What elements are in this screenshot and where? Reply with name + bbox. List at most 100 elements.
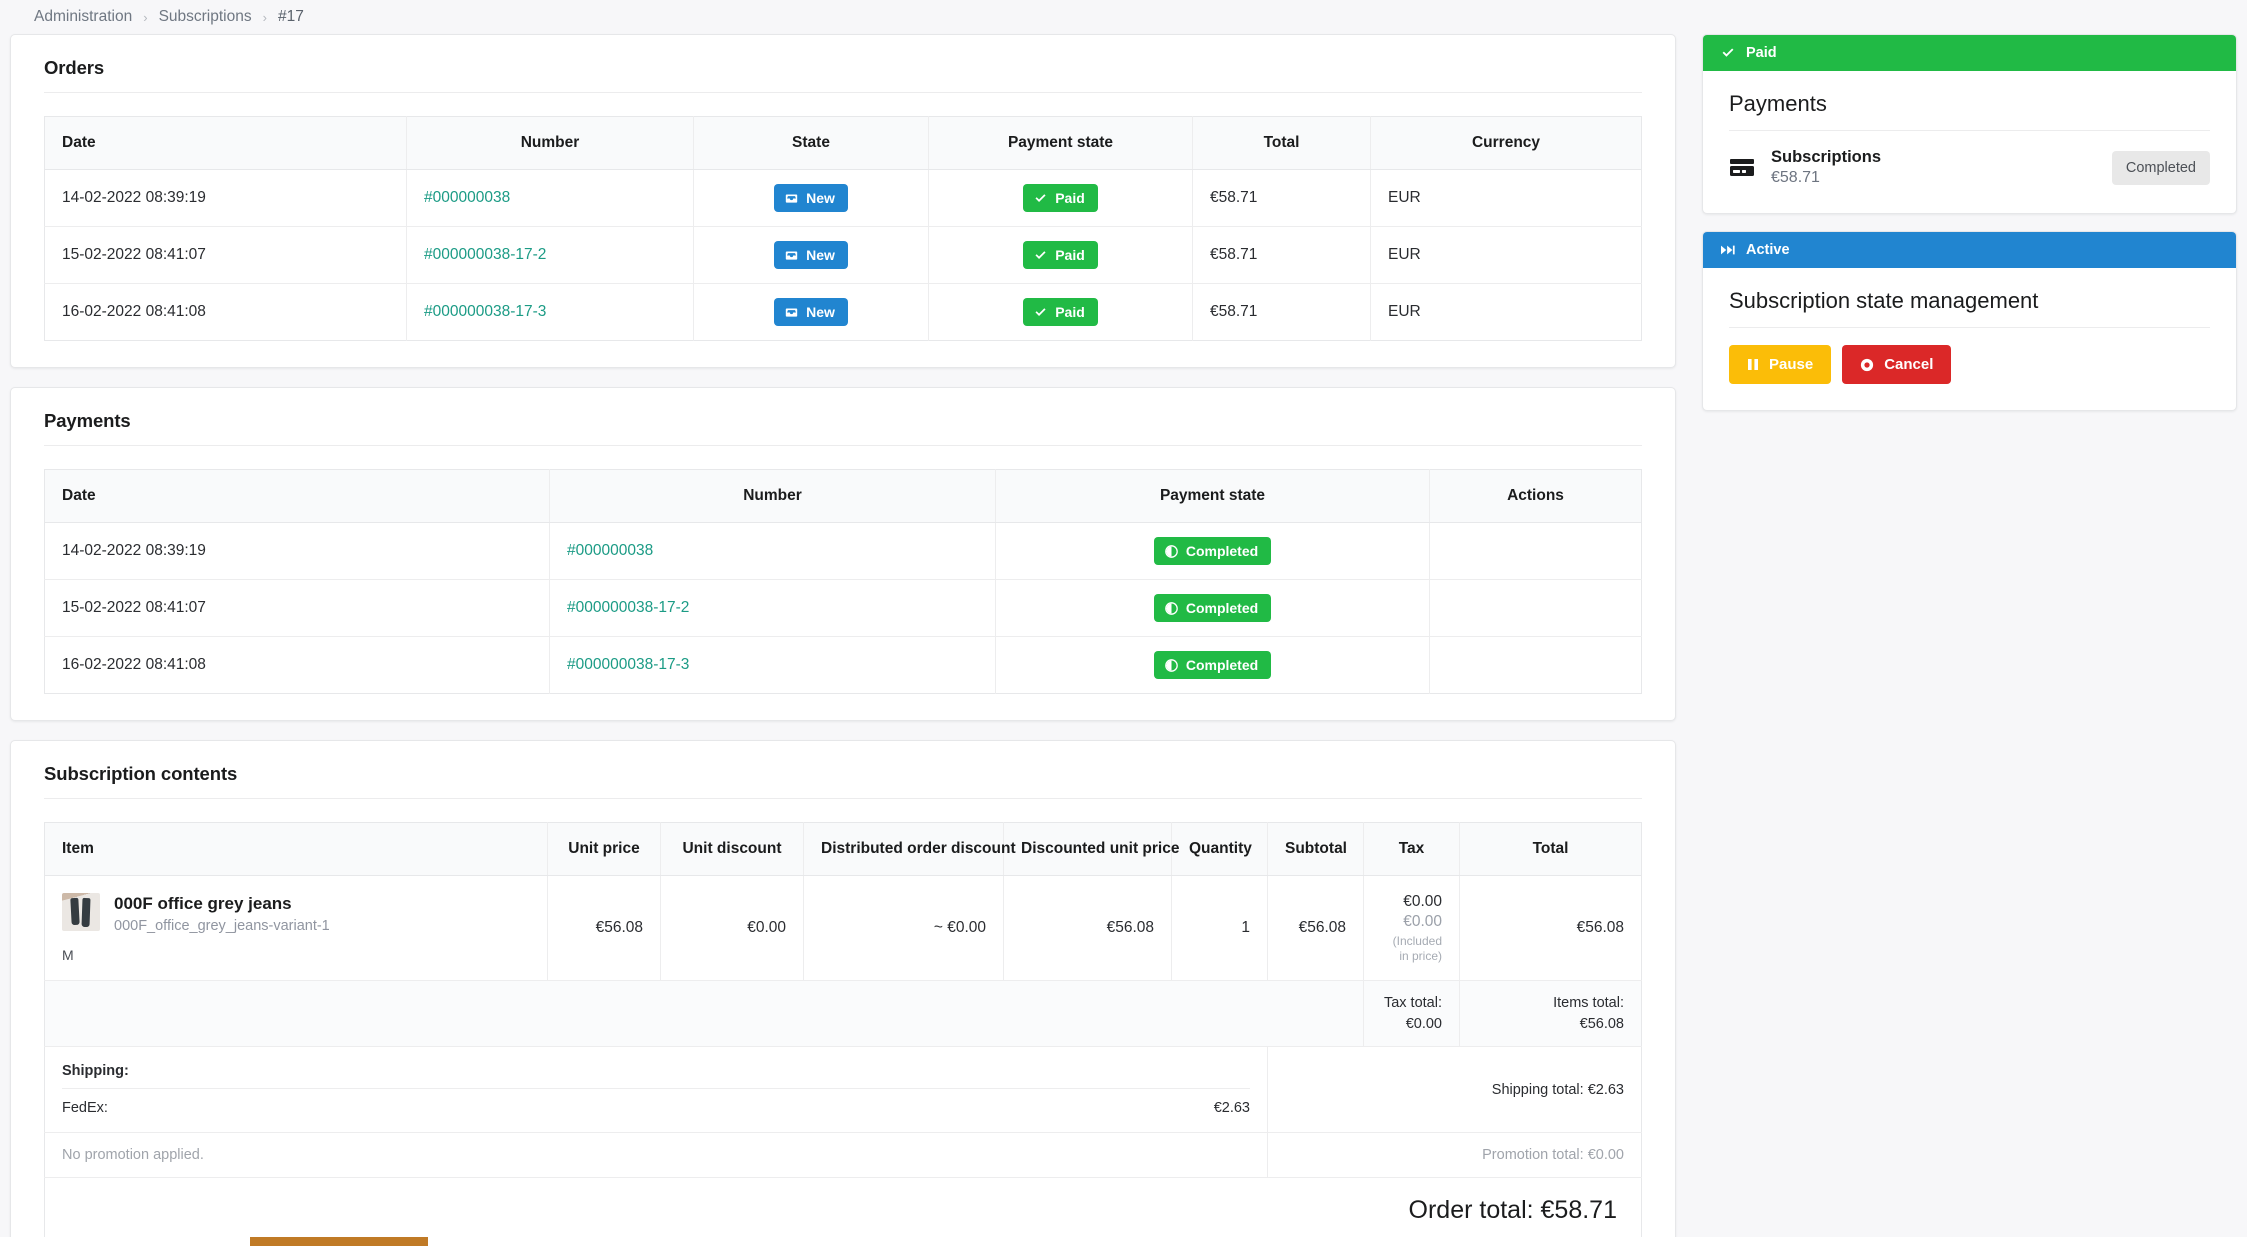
payment-number-link[interactable]: #000000038-17-3 (549, 636, 996, 694)
order-number-link[interactable]: #000000038-17-2 (406, 226, 694, 284)
contents-col-unit-price: Unit price (547, 822, 661, 876)
item-name: 000F office grey jeans (114, 894, 292, 913)
orders-col-payment-state: Payment state (928, 116, 1193, 170)
promotion-total: Promotion total: €0.00 (1482, 1147, 1624, 1164)
item-distributed-order-discount: ~ €0.00 (803, 875, 1004, 982)
promotion-row: No promotion applied. Promotion total: €… (44, 1132, 1642, 1179)
orders-title: Orders (44, 57, 1642, 93)
item-tax-cell: €0.00 €0.00 (Included in price) (1363, 875, 1460, 982)
breadcrumb-item-subscriptions[interactable]: Subscriptions (159, 8, 252, 26)
payment-number-text[interactable]: #000000038 (567, 542, 653, 559)
pause-button-label: Pause (1769, 356, 1814, 373)
horizontal-scrollbar[interactable] (0, 1237, 2247, 1246)
subscription-status-bar: Active (1703, 232, 2236, 268)
horizontal-scrollbar-thumb[interactable] (250, 1237, 428, 1246)
payment-status-bar: Paid (1703, 35, 2236, 71)
breadcrumb-item-current: #17 (277, 8, 304, 25)
sidebar-column: Paid Payments Subscriptions €58.71 Compl… (1702, 34, 2237, 428)
credit-card-icon (1730, 158, 1754, 176)
item-variant-code: 000F_office_grey_jeans-variant-1 (114, 918, 330, 935)
item-discounted-unit-price: €56.08 (1003, 875, 1172, 982)
payment-number-link[interactable]: #000000038-17-2 (549, 579, 996, 637)
order-number-text[interactable]: #000000038 (424, 189, 510, 206)
shipping-row: Shipping: FedEx: €2.63 Shipping total: €… (44, 1046, 1642, 1134)
payment-state-cell: Completed (995, 636, 1430, 694)
payment-state-cell: Completed (995, 522, 1430, 580)
subscription-status-label: Active (1746, 242, 1790, 258)
contents-header-row: Item Unit price Unit discount Distribute… (44, 822, 1642, 876)
status-badge: Paid (1023, 184, 1098, 212)
shipping-method-line: FedEx: €2.63 (62, 1089, 1250, 1116)
order-number-link[interactable]: #000000038 (406, 169, 694, 227)
table-row: 14-02-2022 08:39:19 #000000038 Completed (44, 522, 1642, 580)
contents-col-total: Total (1459, 822, 1642, 876)
order-state-label: New (806, 304, 835, 320)
item-tax-sub: €0.00 (1403, 912, 1442, 930)
payment-date: 15-02-2022 08:41:07 (44, 579, 550, 637)
contents-item-cell: 000F office grey jeans 000F_office_grey_… (44, 875, 548, 982)
order-payment-state-cell: Paid (928, 169, 1193, 227)
sidebar-payment-row: Subscriptions €58.71 Completed (1729, 131, 2210, 187)
check-icon (1035, 250, 1046, 259)
payments-table: Date Number Payment state Actions 14-02-… (44, 469, 1642, 694)
order-payment-state-cell: Paid (928, 283, 1193, 341)
cancel-button[interactable]: Cancel (1842, 345, 1952, 384)
payment-number-link[interactable]: #000000038 (549, 522, 996, 580)
inbox-icon (785, 250, 798, 260)
shipping-method-name: FedEx: (62, 1100, 108, 1117)
breadcrumb: Administration › Subscriptions › #17 (0, 0, 2247, 34)
payments-col-number: Number (549, 469, 996, 523)
item-tax-main: €0.00 (1403, 892, 1442, 910)
payments-title: Payments (44, 410, 1642, 446)
payment-status-label: Paid (1746, 45, 1777, 61)
half-circle-icon (1164, 601, 1178, 615)
status-badge: New (774, 298, 848, 326)
payments-table-header-row: Date Number Payment state Actions (44, 469, 1642, 523)
order-currency: EUR (1388, 303, 1421, 320)
order-number-link[interactable]: #000000038-17-3 (406, 283, 694, 341)
payment-actions-cell (1429, 522, 1642, 580)
order-state-label: New (806, 247, 835, 263)
orders-col-currency: Currency (1370, 116, 1642, 170)
status-badge: New (774, 184, 848, 212)
pause-button[interactable]: Pause (1729, 345, 1832, 384)
status-badge: Paid (1023, 298, 1098, 326)
order-currency: EUR (1370, 169, 1642, 227)
subscription-state-card: Active Subscription state management Pau… (1702, 231, 2237, 411)
items-total-cell: Items total: €56.08 (1459, 980, 1642, 1048)
payment-date: 14-02-2022 08:39:19 (44, 522, 550, 580)
subscription-contents-title: Subscription contents (44, 763, 1642, 799)
item-size: M (62, 947, 74, 964)
half-circle-icon (1164, 658, 1178, 672)
payment-actions-cell (1429, 579, 1642, 637)
table-row: 16-02-2022 08:41:08 #000000038-17-3 Comp… (44, 636, 1642, 694)
item-quantity: 1 (1171, 875, 1268, 982)
order-total: €58.71 (1192, 169, 1371, 227)
payments-side-body: Payments Subscriptions €58.71 Completed (1703, 71, 2236, 213)
item-text-block: 000F office grey jeans 000F_office_grey_… (114, 893, 330, 934)
order-state-label: New (806, 190, 835, 206)
check-icon (1035, 193, 1046, 202)
payment-state-label: Completed (1185, 600, 1259, 616)
payment-number-text[interactable]: #000000038-17-3 (567, 656, 689, 673)
order-date: 15-02-2022 08:41:07 (44, 226, 407, 284)
payment-number-text[interactable]: #000000038-17-2 (567, 599, 689, 616)
item-total: €56.08 (1459, 875, 1642, 982)
promotion-text-cell: No promotion applied. (44, 1132, 1268, 1179)
shipping-total: Shipping total: €2.63 (1491, 1081, 1624, 1098)
order-total: Order total: €58.71 (1408, 1196, 1617, 1225)
cancel-icon (1861, 358, 1874, 371)
order-number-text[interactable]: #000000038-17-3 (424, 303, 546, 320)
status-badge: Completed (1153, 651, 1272, 679)
table-row: 15-02-2022 08:41:07 #000000038-17-2 Comp… (44, 579, 1642, 637)
order-number-text[interactable]: #000000038-17-2 (424, 246, 546, 263)
payment-state-label: Completed (1185, 657, 1259, 673)
payments-col-actions: Actions (1429, 469, 1642, 523)
contents-col-subtotal: Subtotal (1267, 822, 1364, 876)
contents-body: 000F office grey jeans 000F_office_grey_… (44, 875, 1642, 1246)
breadcrumb-separator-icon: › (262, 9, 267, 25)
sidebar-payments-title: Payments (1729, 91, 2210, 131)
orders-table-body: 14-02-2022 08:39:19 #000000038 New Paid … (44, 169, 1642, 341)
breadcrumb-item-administration[interactable]: Administration (34, 8, 132, 26)
item-unit-discount: €0.00 (660, 875, 804, 982)
